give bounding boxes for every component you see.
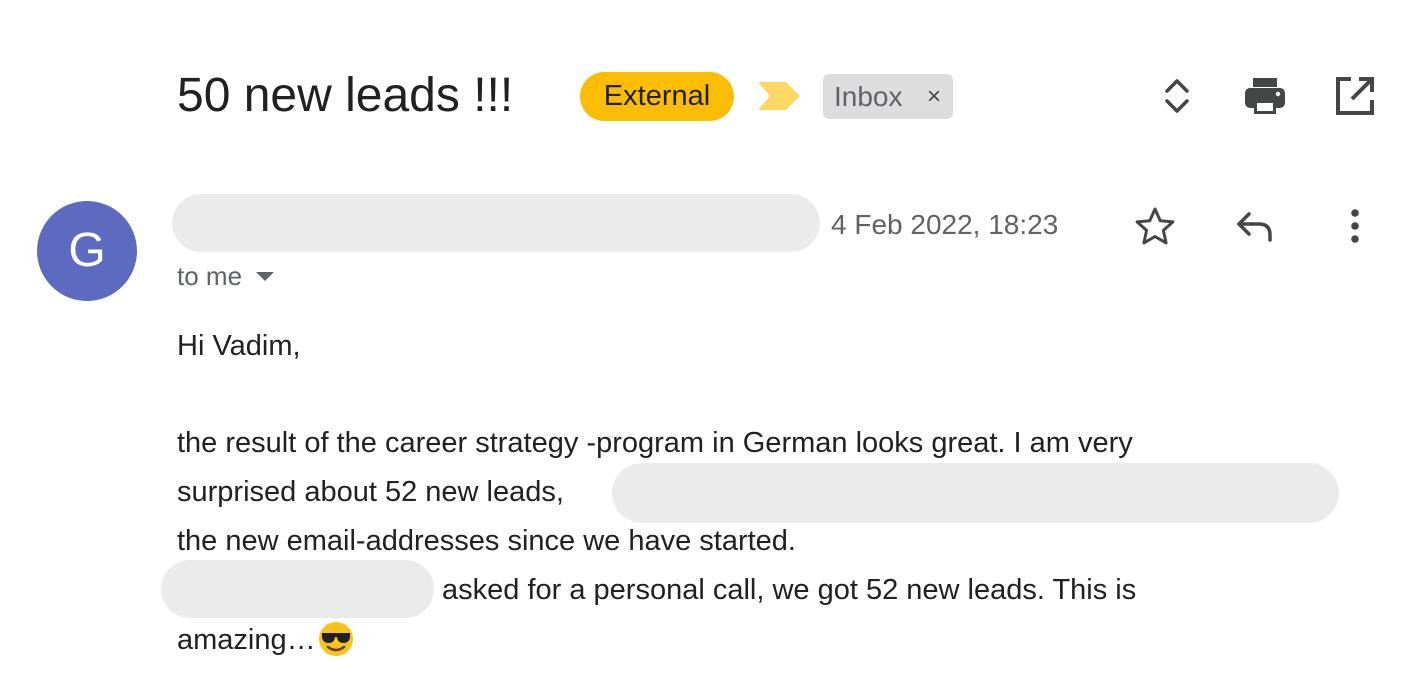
body-line-4: asked for a personal call, we got 52 new…: [442, 574, 1137, 606]
chevron-down-icon: [256, 271, 275, 281]
remove-label-icon[interactable]: ×: [927, 74, 941, 119]
external-label-chip[interactable]: External: [580, 72, 734, 121]
body-line-3: the new email-addresses since we have st…: [177, 525, 796, 557]
inbox-label-text: Inbox: [834, 81, 903, 112]
redacted-sender-name: [172, 194, 820, 252]
body-greeting: Hi Vadim,: [177, 330, 301, 362]
sender-avatar[interactable]: G: [37, 201, 137, 301]
body-line-5: amazing…: [177, 621, 354, 658]
body-line-2: surprised about 52 new leads,: [177, 476, 564, 508]
recipient-text: to me: [177, 261, 243, 291]
email-subject: 50 new leads !!!: [177, 69, 514, 122]
expand-collapse-icon[interactable]: [1155, 74, 1199, 118]
inbox-label-chip[interactable]: Inbox ×: [823, 74, 953, 119]
redacted-body-name: [161, 560, 434, 618]
recipient-details-toggle[interactable]: to me: [177, 260, 275, 292]
more-vert-icon[interactable]: [1333, 204, 1377, 248]
email-view: 50 new leads !!! External Inbox × G 4 Fe…: [0, 0, 1420, 700]
open-in-new-window-icon[interactable]: [1333, 74, 1377, 118]
reply-icon[interactable]: [1233, 204, 1277, 248]
body-line-1: the result of the career strategy -progr…: [177, 427, 1133, 459]
print-icon[interactable]: [1243, 74, 1287, 118]
message-date: 4 Feb 2022, 18:23: [831, 209, 1059, 240]
importance-marker-icon[interactable]: [758, 80, 800, 112]
body-line-5-text: amazing…: [177, 624, 316, 656]
redacted-body-text: [612, 463, 1339, 523]
star-icon[interactable]: [1133, 204, 1177, 248]
sunglasses-emoji-icon: [318, 621, 354, 657]
